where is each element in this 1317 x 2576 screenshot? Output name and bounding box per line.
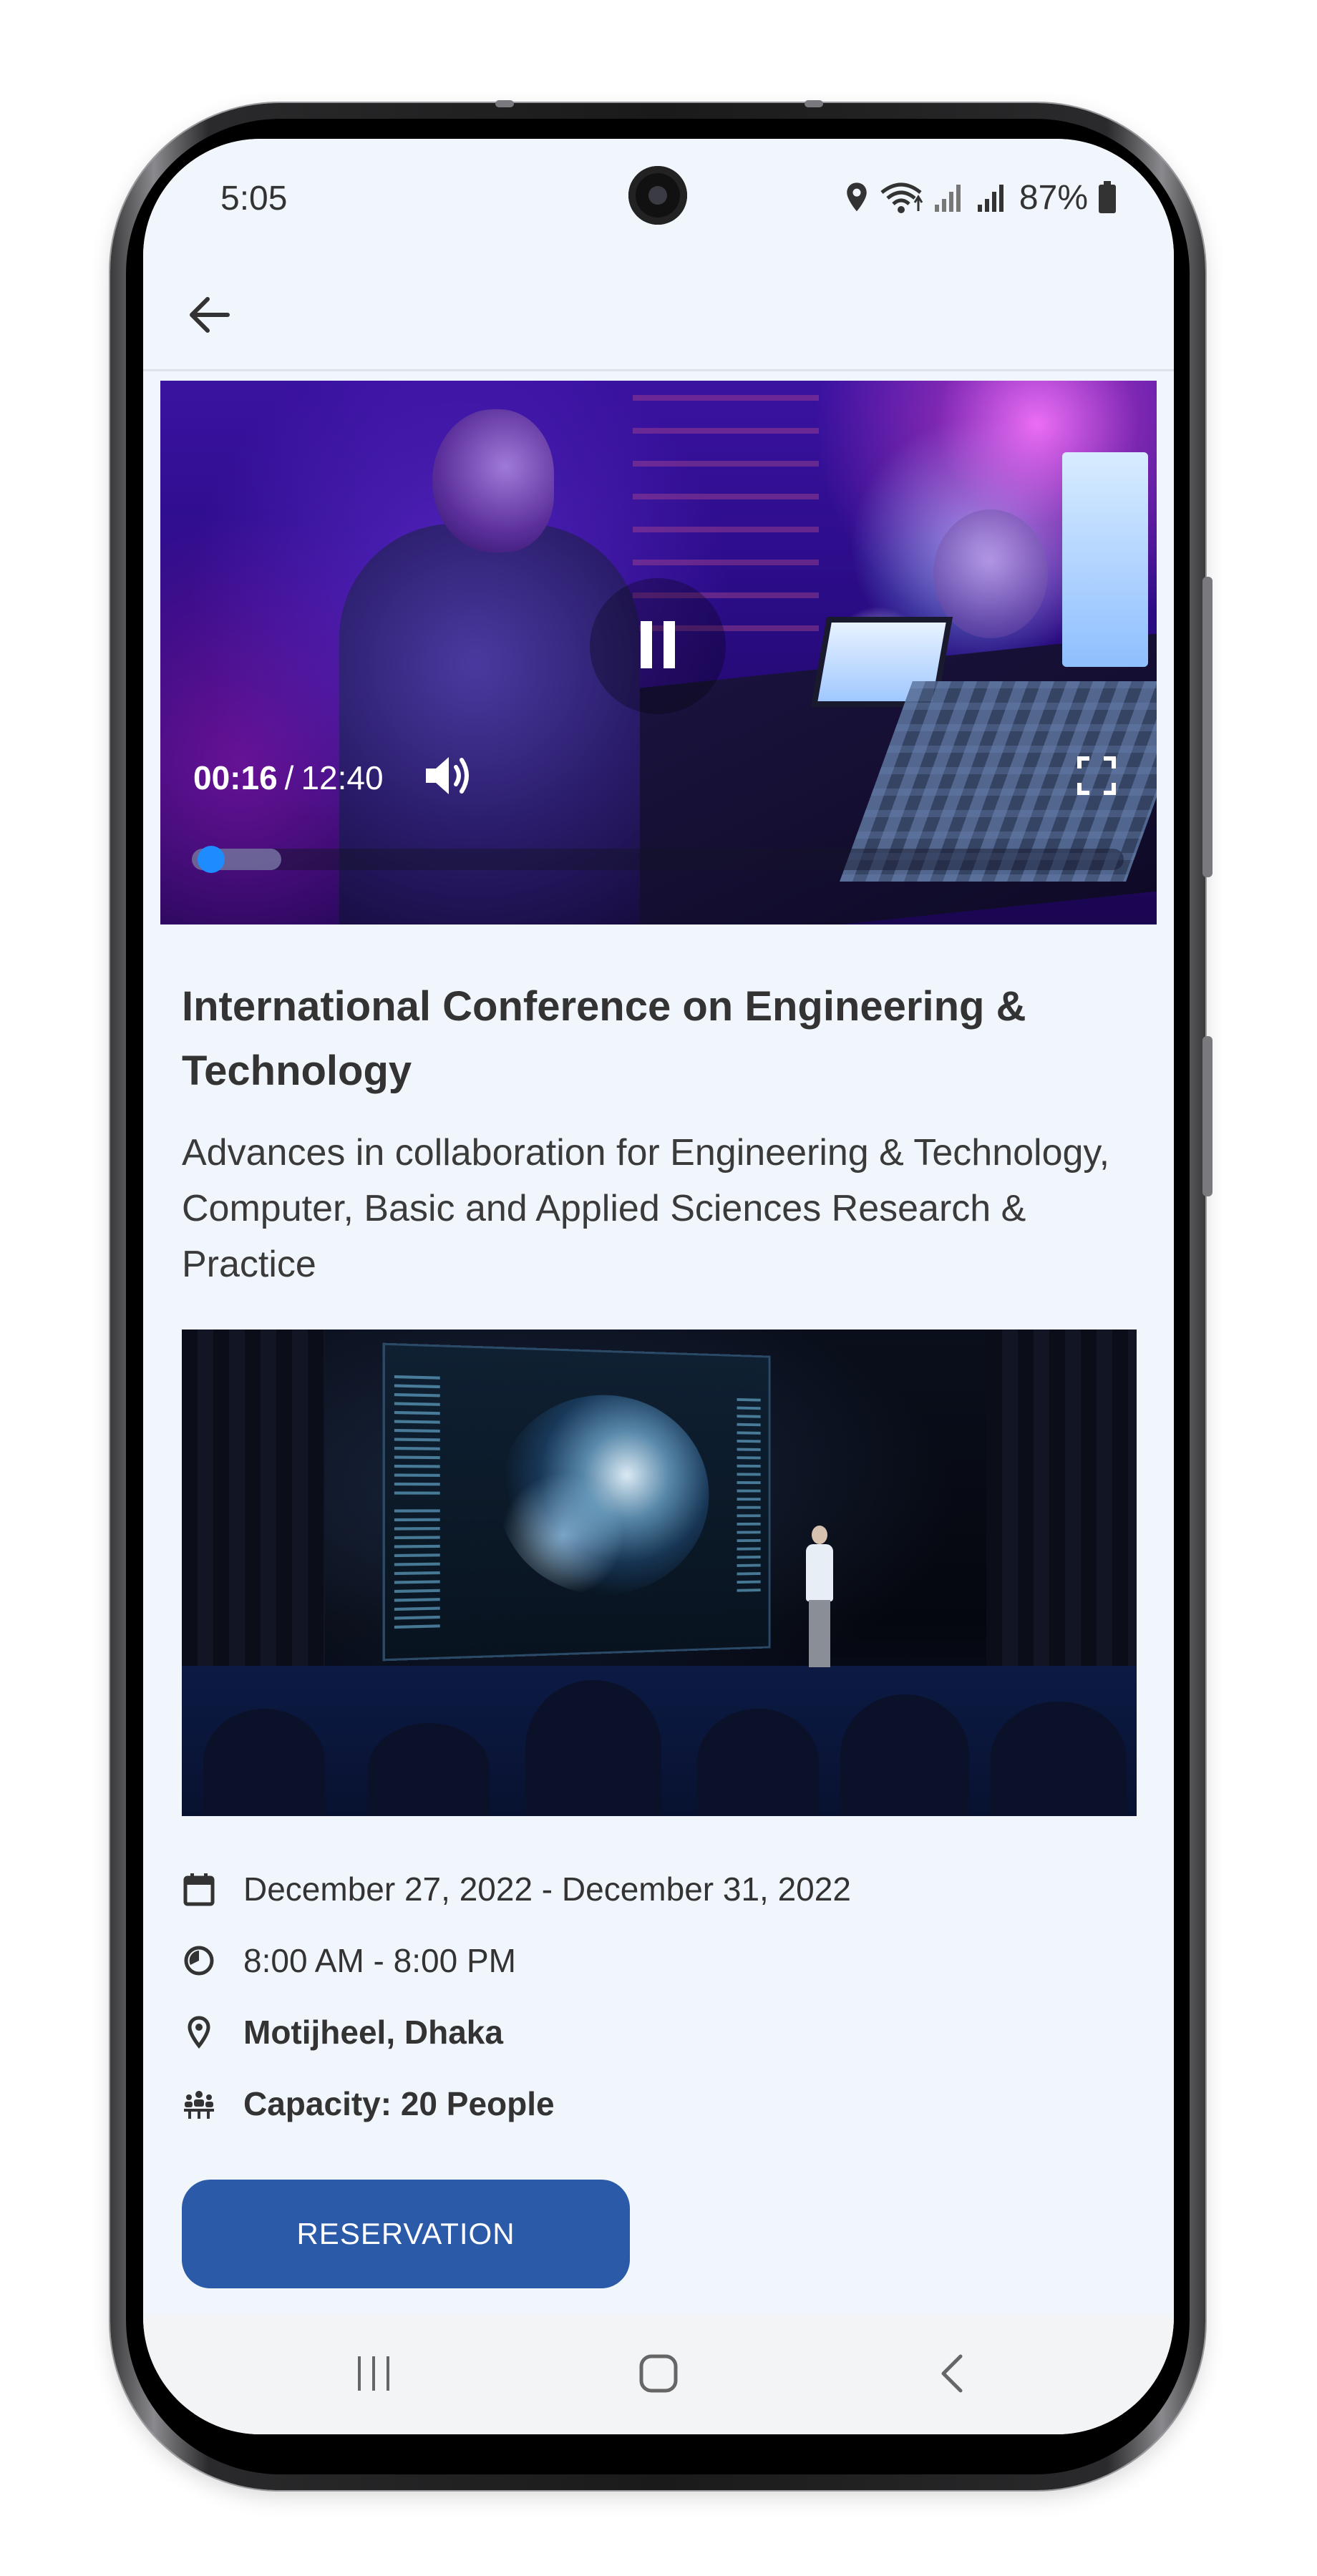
volume-button[interactable]: [421, 750, 475, 804]
video-frame-detail: [1062, 452, 1148, 667]
system-back-button[interactable]: [923, 2350, 981, 2400]
volume-side-button: [1202, 577, 1212, 877]
photo-data-visualization: [497, 1392, 709, 1597]
fullscreen-button[interactable]: [1071, 751, 1122, 803]
group-icon: [182, 2087, 216, 2121]
photo-audience-head: [991, 1702, 1127, 1816]
clock-icon: [182, 1943, 216, 1978]
frame-antenna-line: [805, 100, 823, 107]
presenter-body: [806, 1544, 833, 1601]
video-time-display: 00:16 / 12:40: [193, 758, 384, 797]
photo-audience-head: [203, 1709, 325, 1816]
pause-icon: [636, 618, 679, 675]
event-capacity: Capacity: 20 People: [243, 2085, 555, 2122]
time-separator: /: [284, 759, 294, 796]
volume-icon: [423, 753, 473, 802]
photo-audience-head: [697, 1709, 819, 1816]
status-bar: 5:05 87%: [143, 139, 1174, 262]
arrow-left-icon: [186, 295, 232, 338]
screenshot-canvas: 5:05 87% 00:16 / 12:40 International Con…: [0, 0, 1317, 2576]
status-icons: 87%: [845, 176, 1117, 219]
pause-button[interactable]: [590, 578, 726, 714]
event-subtitle: Advances in collaboration for Engineerin…: [182, 1132, 1110, 1285]
recents-icon: [354, 2353, 394, 2397]
event-date-range: December 27, 2022 - December 31, 2022: [243, 1870, 851, 1908]
video-frame-detail: [432, 409, 554, 552]
power-side-button: [1202, 1036, 1212, 1196]
total-time: 12:40: [301, 759, 384, 796]
photo-screen-panel: [394, 1509, 440, 1629]
event-capacity-row: Capacity: 20 People: [182, 2075, 555, 2132]
battery-icon: [1098, 181, 1117, 214]
presenter-head: [812, 1526, 827, 1544]
signal-icon: [933, 182, 966, 213]
frame-antenna-line: [495, 100, 514, 107]
chevron-left-icon: [938, 2352, 966, 2399]
photo-projection-screen: [382, 1342, 771, 1662]
video-progress-thumb[interactable]: [198, 846, 225, 873]
event-title: International Conference on Engineering …: [182, 983, 1026, 1094]
photo-presenter: [802, 1526, 837, 1669]
photo-audience-head: [368, 1723, 490, 1816]
wifi-icon: [879, 181, 923, 214]
location-icon: [845, 182, 869, 213]
calendar-icon: [182, 1872, 216, 1906]
event-date-row: December 27, 2022 - December 31, 2022: [182, 1860, 851, 1918]
home-button[interactable]: [630, 2350, 687, 2400]
reservation-button[interactable]: RESERVATION: [182, 2180, 630, 2288]
video-player[interactable]: 00:16 / 12:40: [160, 381, 1157, 924]
event-time-row: 8:00 AM - 8:00 PM: [182, 1932, 516, 1989]
photo-audience-head: [840, 1694, 969, 1816]
recents-button[interactable]: [345, 2350, 402, 2400]
photo-screen-panel: [737, 1397, 761, 1592]
fullscreen-icon: [1077, 756, 1117, 799]
event-time-range: 8:00 AM - 8:00 PM: [243, 1942, 516, 1979]
map-pin-icon: [182, 2015, 216, 2049]
front-camera: [628, 166, 687, 225]
presenter-legs: [809, 1600, 830, 1667]
video-progress-bar[interactable]: [192, 846, 1124, 873]
status-time: 5:05: [220, 180, 288, 218]
back-button[interactable]: [182, 289, 236, 343]
photo-curtain: [986, 1330, 1137, 1687]
event-location-row: Motijheel, Dhaka: [182, 2004, 503, 2061]
home-icon: [637, 2352, 680, 2399]
event-location: Motijheel, Dhaka: [243, 2014, 503, 2051]
phone-screen: 5:05 87% 00:16 / 12:40 International Con…: [143, 139, 1174, 2434]
signal-icon: [976, 182, 1009, 213]
photo-curtain: [182, 1330, 325, 1687]
photo-screen-panel: [394, 1375, 440, 1495]
conference-stage-photo: [182, 1330, 1137, 1816]
photo-audience-head: [525, 1680, 661, 1816]
battery-percentage: 87%: [1019, 178, 1088, 217]
current-time: 00:16: [193, 759, 278, 796]
system-nav-bar: [143, 2314, 1174, 2434]
app-bar: [143, 262, 1174, 371]
